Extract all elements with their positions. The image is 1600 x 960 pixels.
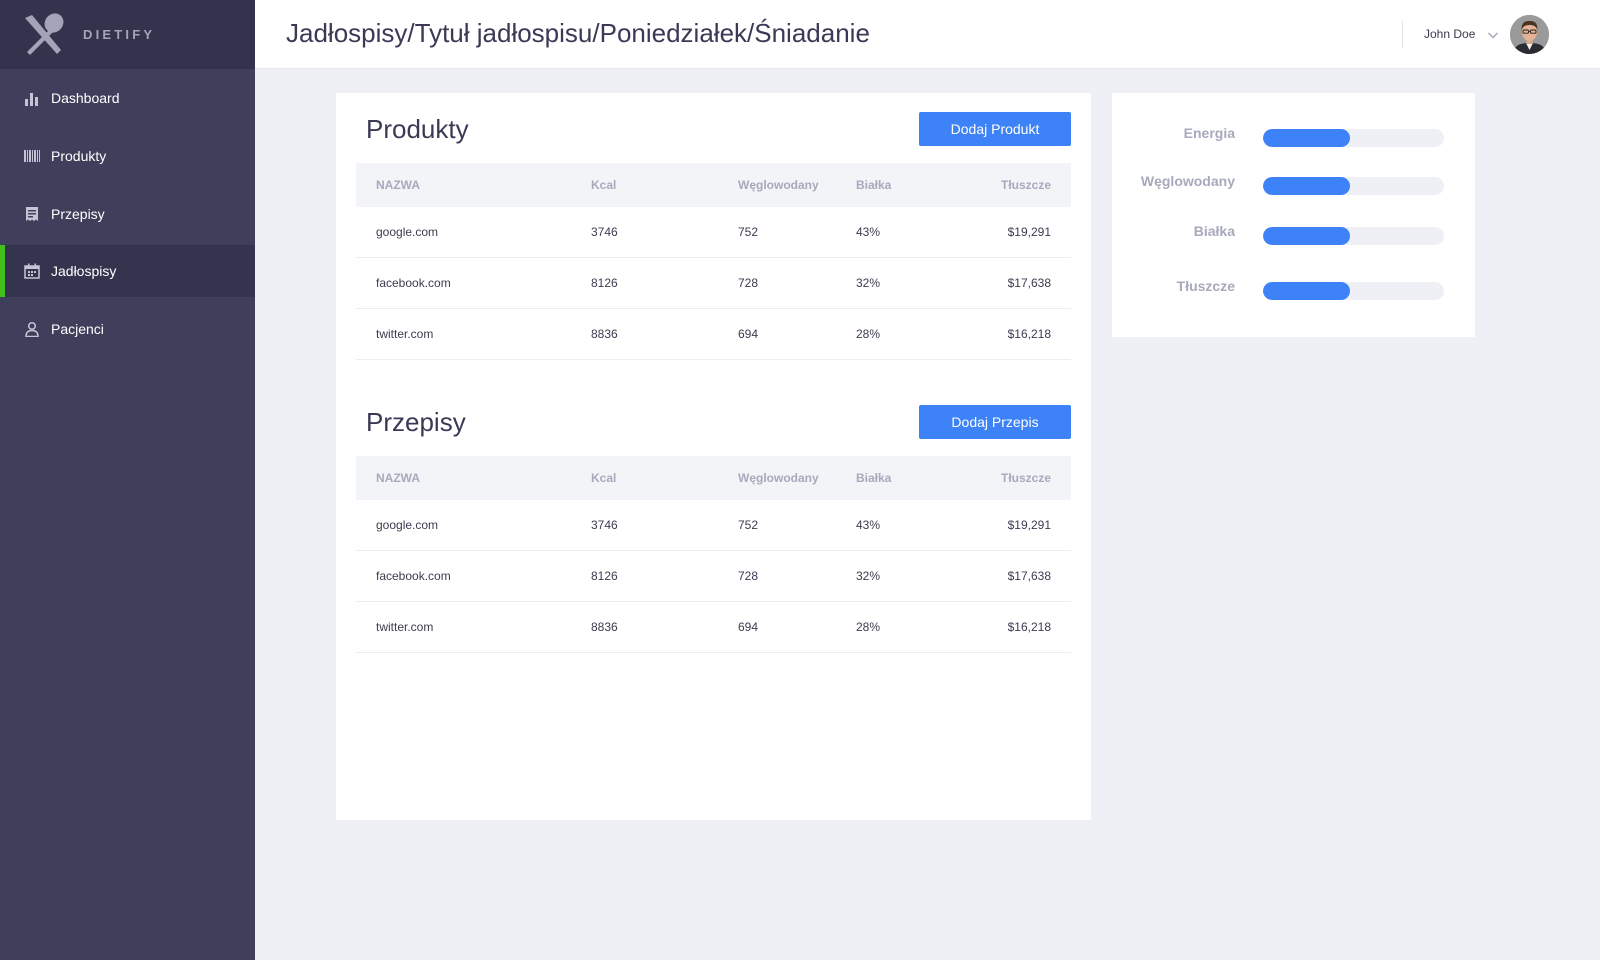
cell-name: facebook.com	[376, 569, 451, 583]
progress-fill	[1263, 227, 1350, 245]
column-header[interactable]: NAZWA	[376, 178, 420, 192]
header-divider	[1402, 21, 1403, 48]
cell-protein: 28%	[856, 620, 881, 634]
column-header[interactable]: Tłuszcze	[1001, 471, 1051, 485]
progress-track	[1263, 177, 1444, 195]
progress-track	[1263, 282, 1444, 300]
recipes-title: Przepisy	[366, 407, 466, 437]
table-row[interactable]: facebook.com 8126 728 32% $17,638	[356, 551, 1071, 602]
progress-fill	[1263, 129, 1350, 147]
cell-kcal: 8836	[591, 327, 618, 341]
macro-weglowodany: Węglowodany	[1112, 173, 1475, 195]
cell-fat: $17,638	[1007, 276, 1051, 290]
cell-name: facebook.com	[376, 276, 451, 290]
sidebar-item-label: Jadłospisy	[51, 263, 117, 279]
cell-protein: 43%	[856, 225, 881, 239]
macro-label: Węglowodany	[1140, 173, 1235, 189]
sidebar-item-label: Produkty	[51, 148, 107, 164]
cell-fat: $16,218	[1007, 620, 1051, 634]
table-row[interactable]: twitter.com 8836 694 28% $16,218	[356, 309, 1071, 360]
macro-bialka: Białka	[1112, 223, 1475, 245]
sidebar-item-label: Pacjenci	[51, 321, 104, 337]
chevron-down-icon[interactable]	[1487, 29, 1499, 41]
cell-protein: 32%	[856, 276, 881, 290]
user-icon	[24, 321, 40, 337]
progress-fill	[1263, 177, 1350, 195]
table-header: NAZWA Kcal Węglowodany Białka Tłuszcze	[356, 456, 1071, 500]
app-name: DIETIFY	[83, 27, 156, 42]
macro-label: Energia	[1183, 125, 1235, 141]
breadcrumb: Jadłospisy/Tytuł jadłospisu/Poniedziałek…	[286, 18, 870, 48]
cell-kcal: 3746	[591, 225, 618, 239]
sidebar: DIETIFY Dashboard Produkty Przepisy Jadł…	[0, 0, 255, 960]
sidebar-item-produkty[interactable]: Produkty	[0, 130, 255, 182]
column-header[interactable]: NAZWA	[376, 471, 420, 485]
meal-card: Produkty Dodaj Produkt NAZWA Kcal Węglow…	[336, 93, 1091, 820]
products-title: Produkty	[366, 114, 469, 144]
sidebar-item-pacjenci[interactable]: Pacjenci	[0, 303, 255, 355]
cell-carbs: 728	[738, 569, 759, 583]
bar-chart-icon	[24, 90, 40, 106]
cell-carbs: 694	[738, 620, 759, 634]
column-header[interactable]: Białka	[856, 178, 891, 192]
sidebar-item-label: Dashboard	[51, 90, 120, 106]
sidebar-item-dashboard[interactable]: Dashboard	[0, 72, 255, 124]
cell-fat: $19,291	[1007, 225, 1051, 239]
cell-name: google.com	[376, 225, 439, 239]
progress-track	[1263, 227, 1444, 245]
cell-name: twitter.com	[376, 620, 434, 634]
column-header[interactable]: Węglowodany	[738, 471, 819, 485]
progress-track	[1263, 129, 1444, 147]
macro-label: Białka	[1193, 223, 1235, 239]
table-row[interactable]: twitter.com 8836 694 28% $16,218	[356, 602, 1071, 653]
cell-kcal: 8836	[591, 620, 618, 634]
cell-carbs: 752	[738, 225, 759, 239]
sidebar-item-przepisy[interactable]: Przepisy	[0, 188, 255, 240]
column-header[interactable]: Kcal	[591, 471, 616, 485]
column-header[interactable]: Białka	[856, 471, 891, 485]
macro-energia: Energia	[1112, 125, 1475, 147]
sidebar-item-label: Przepisy	[51, 206, 105, 222]
cell-name: twitter.com	[376, 327, 434, 341]
column-header[interactable]: Tłuszcze	[1001, 178, 1051, 192]
macros-card: Energia Węglowodany Białka Tłuszcze	[1112, 93, 1475, 337]
avatar[interactable]	[1510, 15, 1549, 54]
products-table: NAZWA Kcal Węglowodany Białka Tłuszcze g…	[356, 163, 1071, 360]
column-header[interactable]: Kcal	[591, 178, 616, 192]
barcode-icon	[24, 148, 40, 164]
cell-name: google.com	[376, 518, 439, 532]
cell-kcal: 3746	[591, 518, 618, 532]
add-recipe-button[interactable]: Dodaj Przepis	[919, 405, 1071, 439]
cell-protein: 32%	[856, 569, 881, 583]
table-row[interactable]: google.com 3746 752 43% $19,291	[356, 207, 1071, 258]
cell-fat: $17,638	[1007, 569, 1051, 583]
table-header: NAZWA Kcal Węglowodany Białka Tłuszcze	[356, 163, 1071, 207]
cell-fat: $19,291	[1007, 518, 1051, 532]
spoon-knife-logo-icon	[25, 12, 64, 55]
top-bar: Jadłospisy/Tytuł jadłospisu/Poniedziałek…	[255, 0, 1600, 69]
receipt-icon	[24, 206, 40, 222]
user-name[interactable]: John Doe	[1424, 27, 1475, 41]
calendar-icon	[24, 263, 40, 279]
column-header[interactable]: Węglowodany	[738, 178, 819, 192]
sidebar-item-jadlospisy[interactable]: Jadłospisy	[0, 245, 255, 297]
cell-fat: $16,218	[1007, 327, 1051, 341]
cell-carbs: 694	[738, 327, 759, 341]
table-row[interactable]: facebook.com 8126 728 32% $17,638	[356, 258, 1071, 309]
macro-tluszcze: Tłuszcze	[1112, 278, 1475, 300]
cell-carbs: 752	[738, 518, 759, 532]
cell-carbs: 728	[738, 276, 759, 290]
recipes-table: NAZWA Kcal Węglowodany Białka Tłuszcze g…	[356, 456, 1071, 653]
cell-protein: 43%	[856, 518, 881, 532]
table-row[interactable]: google.com 3746 752 43% $19,291	[356, 500, 1071, 551]
cell-kcal: 8126	[591, 569, 618, 583]
cell-protein: 28%	[856, 327, 881, 341]
macro-label: Tłuszcze	[1176, 278, 1235, 294]
cell-kcal: 8126	[591, 276, 618, 290]
logo[interactable]: DIETIFY	[0, 0, 255, 69]
add-product-button[interactable]: Dodaj Produkt	[919, 112, 1071, 146]
progress-fill	[1263, 282, 1350, 300]
